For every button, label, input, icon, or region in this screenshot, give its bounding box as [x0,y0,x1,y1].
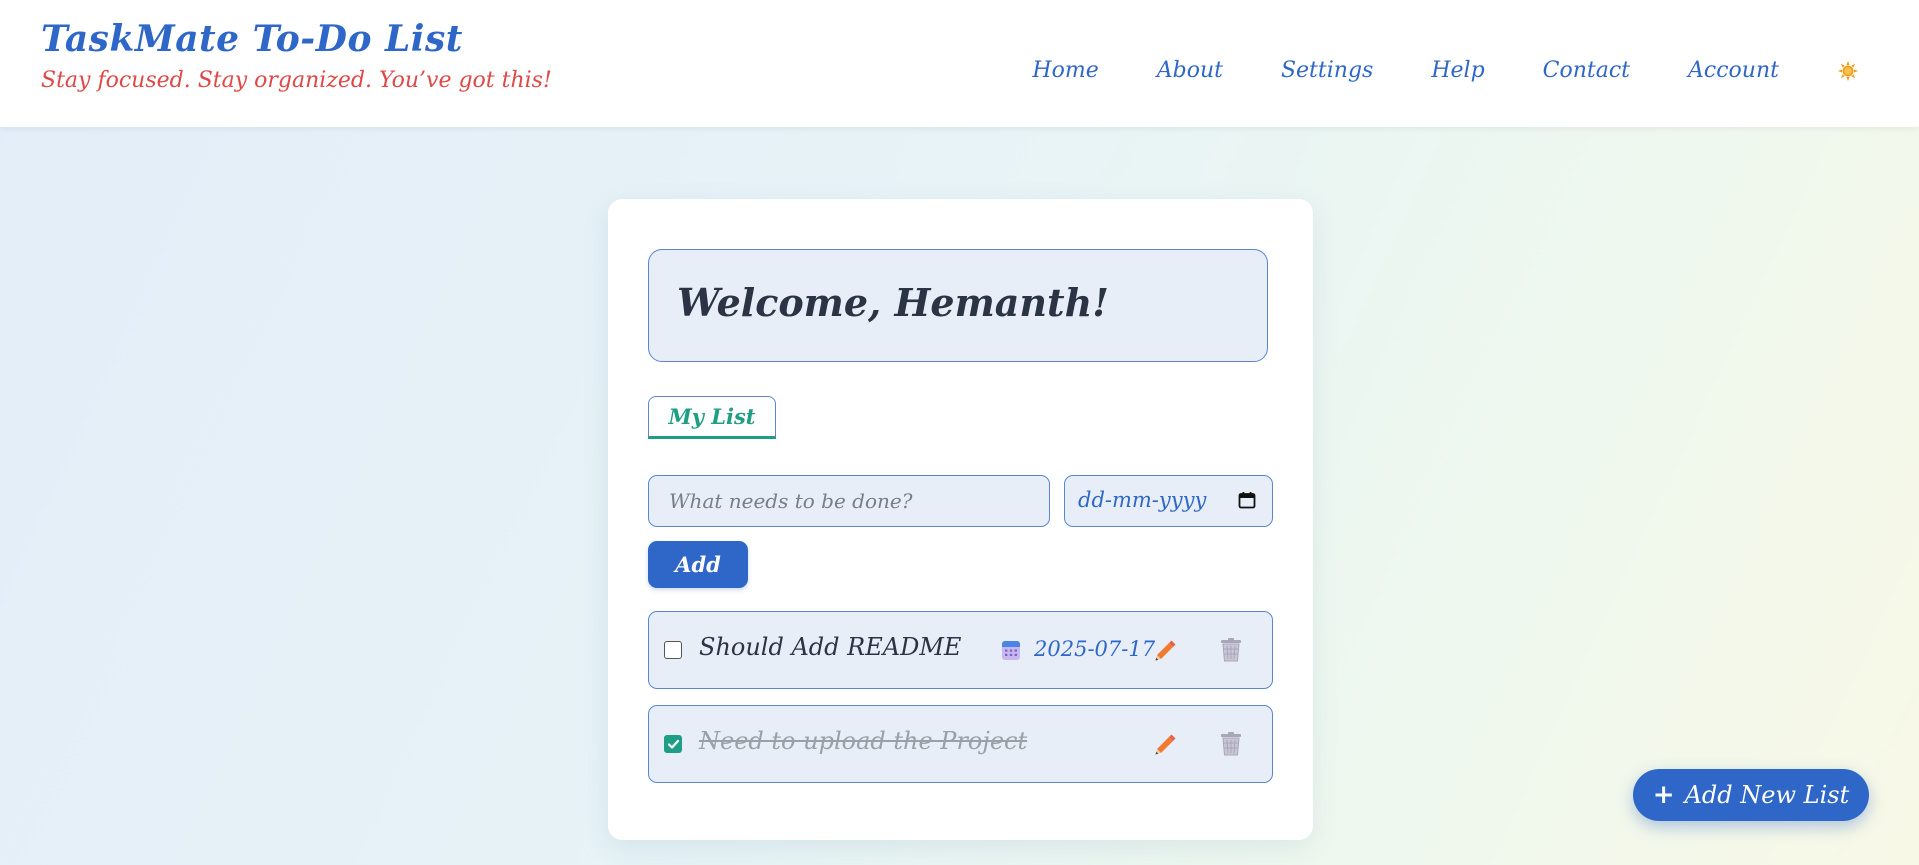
new-task-input[interactable] [648,475,1050,527]
app-tagline: Stay focused. Stay organized. You’ve got… [41,68,552,93]
nav-about[interactable]: About [1157,58,1223,83]
task-complete-checkbox[interactable] [664,735,682,753]
add-new-list-button[interactable]: + Add New List [1633,769,1869,821]
add-task-button[interactable]: Add [648,541,748,588]
theme-toggle-button[interactable] [1837,60,1859,82]
nav-home[interactable]: Home [1032,58,1098,83]
task-complete-checkbox[interactable] [664,641,682,659]
trash-icon[interactable] [1219,731,1243,757]
task-item: Should Add README 2025-07-17 [648,611,1273,689]
checkmark-icon [667,739,679,749]
task-item: Need to upload the Project [648,705,1273,783]
welcome-banner: Welcome, Hemanth! [648,249,1268,362]
nav-account[interactable]: Account [1688,58,1779,83]
add-new-list-label: Add New List [1684,781,1850,809]
calendar-icon [1002,641,1020,660]
app-title: TaskMate To-Do List [41,18,463,60]
welcome-message: Welcome, Hemanth! [677,280,1109,325]
top-header: TaskMate To-Do List Stay focused. Stay o… [0,0,1919,127]
plus-icon: + [1652,780,1675,810]
trash-icon[interactable] [1219,637,1243,663]
due-date-placeholder: dd-mm-yyyy [1078,488,1207,512]
pencil-icon[interactable] [1151,730,1179,758]
task-due-date: 2025-07-17 [1034,637,1156,661]
tab-my-list[interactable]: My List [648,396,776,439]
main-nav: Home About Settings Help Contact Account [974,58,1859,83]
nav-contact[interactable]: Contact [1543,58,1630,83]
todo-card: Welcome, Hemanth! My List dd-mm-yyyy Add… [608,199,1313,840]
nav-settings[interactable]: Settings [1281,58,1373,83]
task-text: Need to upload the Project [699,727,1028,755]
calendar-icon[interactable] [1238,491,1256,509]
nav-help[interactable]: Help [1431,58,1484,83]
sun-icon [1838,60,1858,81]
pencil-icon[interactable] [1151,636,1179,664]
task-text: Should Add README [699,633,962,661]
due-date-input[interactable]: dd-mm-yyyy [1064,475,1273,527]
